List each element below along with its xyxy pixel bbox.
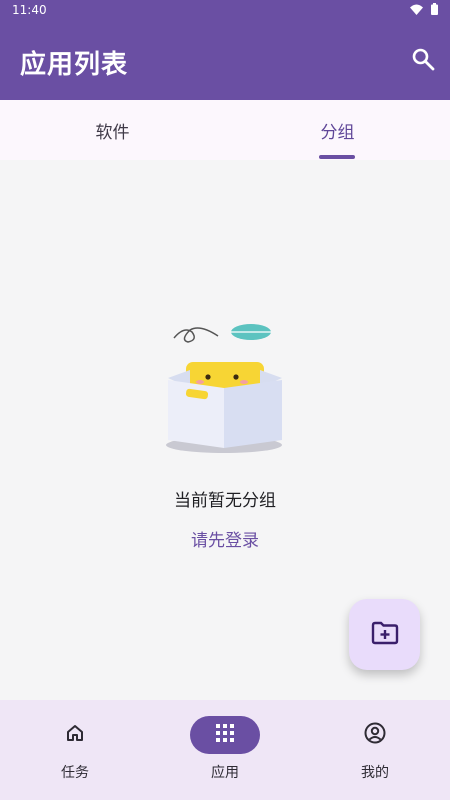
search-icon: [411, 47, 435, 75]
search-button[interactable]: [408, 46, 438, 76]
nav-item-apps[interactable]: 应用: [150, 700, 300, 800]
status-bar: 11:40: [0, 0, 450, 20]
nav-label-apps: 应用: [211, 765, 239, 781]
nav-label-tasks: 任务: [61, 765, 89, 781]
tab-bar: 软件 分组: [0, 100, 450, 160]
page-title: 应用列表: [20, 50, 129, 80]
wifi-icon: [410, 4, 423, 15]
nav-label-mine: 我的: [361, 765, 389, 781]
add-group-button[interactable]: [349, 599, 420, 670]
status-icons: [410, 3, 438, 15]
empty-state-message: 当前暂无分组: [174, 491, 276, 511]
bottom-nav: 任务 应用 我的: [0, 700, 450, 800]
nav-item-mine[interactable]: 我的: [300, 700, 450, 800]
folder-plus-icon: [371, 621, 399, 649]
user-circle-icon: [364, 722, 386, 748]
nav-icon-wrap-active: [190, 716, 260, 754]
nav-item-tasks[interactable]: 任务: [0, 700, 150, 800]
app-bar: 应用列表: [0, 20, 450, 100]
status-time: 11:40: [12, 3, 47, 17]
home-icon: [65, 723, 85, 747]
tab-group[interactable]: 分组: [225, 100, 450, 160]
login-link[interactable]: 请先登录: [0, 526, 450, 551]
tab-software[interactable]: 软件: [0, 100, 225, 160]
nav-icon-wrap: [40, 716, 110, 754]
battery-icon: [431, 3, 438, 15]
empty-box-illustration: [160, 318, 290, 458]
nav-icon-wrap: [340, 716, 410, 754]
tab-indicator: [319, 155, 355, 159]
apps-grid-icon: [215, 723, 235, 747]
